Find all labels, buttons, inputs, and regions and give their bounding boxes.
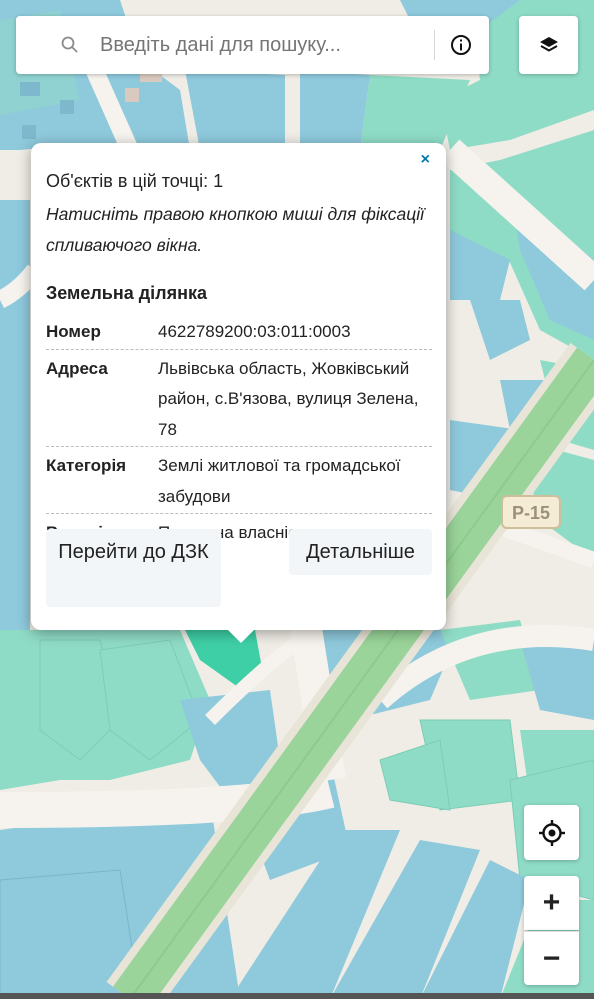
popup-close-button[interactable]: × (421, 151, 430, 169)
attribute-table: Номер 4622789200:03:011:0003 Адреса Льві… (46, 313, 432, 550)
road-shield-label: Р-15 (512, 503, 550, 523)
building (125, 88, 139, 102)
search-input[interactable] (100, 33, 420, 57)
popup-count: Об'єктів в цій точці: 1 (46, 171, 224, 191)
info-icon (451, 35, 471, 55)
bottom-bar (0, 993, 594, 999)
building (60, 100, 74, 114)
parcel (0, 200, 30, 640)
popup-hint: Натисніть правою кнопкою миші для фіксац… (46, 204, 425, 255)
attribute-value: Землі житлової та громадської забудови (158, 456, 401, 506)
layers-icon (539, 37, 558, 52)
zoom-in-button[interactable]: + (524, 876, 579, 930)
attribute-value: Львівська область, Жовківський район, с.… (158, 358, 419, 439)
building (20, 82, 40, 96)
attribute-row: Категорія Землі житлової та громадської … (46, 447, 432, 514)
parcel (185, 70, 285, 150)
attribute-row: Номер 4622789200:03:011:0003 (46, 313, 432, 350)
info-button[interactable] (435, 16, 487, 74)
attribute-key: Категорія (46, 456, 127, 475)
layers-button[interactable] (519, 16, 578, 74)
crosshair-icon (538, 819, 565, 846)
attribute-key: Адреса (46, 358, 108, 378)
search-icon (60, 35, 80, 55)
search-bar (16, 16, 489, 74)
building (22, 125, 36, 139)
attribute-row: Адреса Львівська область, Жовківський ра… (46, 350, 432, 447)
attribute-value: 4622789200:03:011:0003 (158, 322, 351, 341)
details-button[interactable]: Детальніше (289, 529, 432, 575)
popup-tip (227, 629, 255, 643)
locate-button[interactable] (524, 805, 579, 860)
attribute-key: Номер (46, 322, 101, 341)
zoom-out-button[interactable]: − (524, 931, 579, 985)
plus-icon: + (542, 886, 561, 919)
go-to-dzk-button[interactable]: Перейти до ДЗК (46, 529, 221, 607)
feature-popup: × Об'єктів в цій точці: 1 Натисніть прав… (31, 143, 446, 630)
popup-section-title: Земельна ділянка (46, 283, 208, 303)
parcel (300, 70, 370, 150)
minus-icon: − (542, 941, 561, 975)
